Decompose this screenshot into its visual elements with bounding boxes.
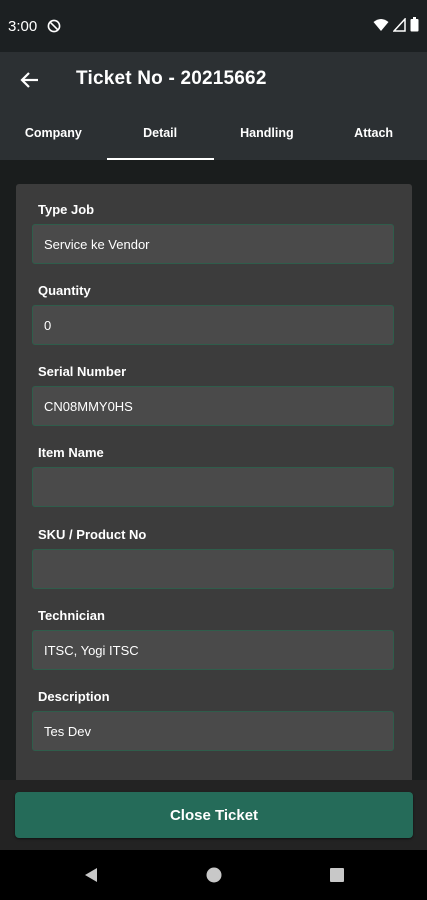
technician-field[interactable]: ITSC, Yogi ITSC — [32, 630, 394, 670]
tab-label: Handling — [240, 126, 294, 140]
quantity-label: Quantity — [38, 283, 91, 298]
back-button[interactable] — [14, 66, 46, 94]
dnd-icon — [47, 19, 61, 33]
content-area: Type Job Service ke Vendor Quantity 0 Se… — [0, 160, 427, 784]
tab-detail[interactable]: Detail — [106, 108, 214, 160]
tab-label: Attach — [354, 126, 394, 140]
close-ticket-button[interactable]: Close Ticket — [15, 792, 413, 838]
nav-recents-button[interactable] — [328, 866, 346, 884]
home-circle-icon — [206, 867, 222, 883]
description-field[interactable]: Tes Dev — [32, 711, 394, 751]
tab-handling[interactable]: Handling — [214, 108, 321, 160]
tab-attach[interactable]: Attach — [320, 108, 427, 160]
sku-field[interactable] — [32, 549, 394, 589]
tab-bar: Company Detail Handling Attach — [0, 108, 427, 160]
tab-company[interactable]: Company — [0, 108, 107, 160]
item-name-field[interactable] — [32, 467, 394, 507]
quantity-field[interactable]: 0 — [32, 305, 394, 345]
status-icons — [373, 17, 419, 32]
item-name-label: Item Name — [38, 445, 104, 460]
nav-home-button[interactable] — [205, 866, 223, 884]
sku-label: SKU / Product No — [38, 527, 147, 542]
tab-label: Detail — [143, 126, 178, 140]
status-time: 3:00 — [8, 17, 38, 35]
battery-icon — [410, 17, 419, 32]
serial-number-label: Serial Number — [38, 364, 127, 379]
page-title: Ticket No - 20215662 — [76, 68, 267, 89]
tab-label: Company — [24, 126, 82, 140]
serial-number-field[interactable]: CN08MMY0HS — [32, 386, 394, 426]
description-label: Description — [38, 689, 110, 704]
wifi-icon — [373, 18, 389, 31]
app-bar: Ticket No - 20215662 — [0, 52, 427, 108]
detail-form-card: Type Job Service ke Vendor Quantity 0 Se… — [16, 184, 412, 784]
bottom-action-area: Close Ticket — [0, 780, 427, 850]
system-nav-bar — [0, 850, 427, 900]
back-triangle-icon — [85, 868, 97, 882]
recents-square-icon — [330, 868, 344, 882]
signal-icon — [393, 17, 406, 32]
status-bar: 3:00 — [0, 0, 427, 52]
type-job-label: Type Job — [38, 202, 95, 217]
technician-label: Technician — [38, 608, 105, 623]
type-job-field[interactable]: Service ke Vendor — [32, 224, 394, 264]
arrow-left-icon — [20, 72, 38, 88]
nav-back-button[interactable] — [82, 866, 100, 884]
